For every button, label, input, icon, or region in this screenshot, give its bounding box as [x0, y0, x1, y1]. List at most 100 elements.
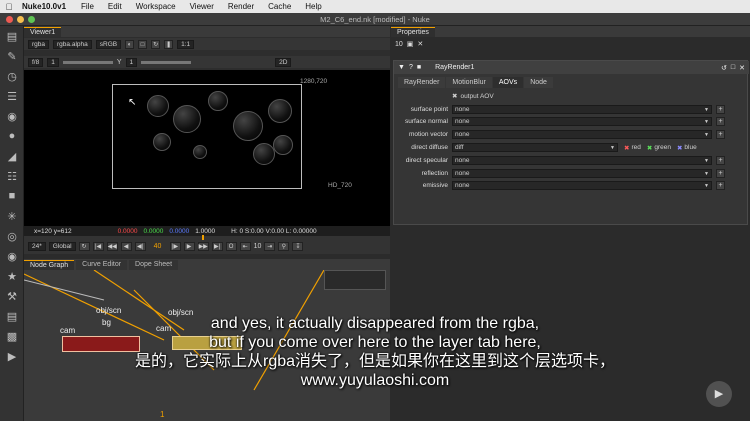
fps-field[interactable]: 24* [28, 242, 46, 251]
clear-panels-icon[interactable]: ✕ [417, 40, 423, 48]
render-node[interactable] [172, 336, 242, 350]
play-forward-button[interactable]: ▶ [183, 242, 195, 251]
first-frame-button[interactable]: |◀ [92, 242, 104, 251]
video-play-icon[interactable]: ▶ [706, 381, 732, 407]
stop-button[interactable]: O [225, 242, 237, 251]
viewer-canvas[interactable]: 1280,720 HD_720 ↖ [24, 70, 390, 226]
draw-icon[interactable]: ✎ [0, 46, 24, 66]
menu-workspace[interactable]: Workspace [129, 2, 183, 11]
next-keyframe-button[interactable]: ▶▶ [197, 242, 209, 251]
apple-icon[interactable]:  [0, 2, 18, 12]
zoom-window-button[interactable] [28, 16, 35, 23]
lock-icon[interactable]: ⚲ [278, 242, 290, 251]
zoom-select[interactable]: 1:1 [177, 39, 195, 49]
transform-icon[interactable]: ■ [0, 186, 24, 206]
view-mode-select[interactable]: 2D [275, 57, 292, 67]
menu-edit[interactable]: Edit [101, 2, 129, 11]
clip-warning-button[interactable]: ◐ [125, 39, 135, 49]
camera-node[interactable] [62, 336, 140, 352]
metadata-icon[interactable]: ◉ [0, 246, 24, 266]
red-checkbox[interactable]: ✖ [624, 144, 629, 152]
channel-icon[interactable]: ☰ [0, 86, 24, 106]
play-backward-button[interactable]: ◀ [120, 242, 132, 251]
tab-rayrender[interactable]: RayRender [398, 77, 446, 88]
flipbook-icon[interactable]: ↧ [292, 242, 304, 251]
views-icon[interactable]: ◎ [0, 226, 24, 246]
merge-icon[interactable]: ☷ [0, 166, 24, 186]
gain-field[interactable]: 1 [47, 57, 59, 67]
prev-frame-button[interactable]: ◀| [134, 242, 146, 251]
menu-viewer[interactable]: Viewer [183, 2, 221, 11]
toolsets-icon[interactable]: ★ [0, 266, 24, 286]
keyer-icon[interactable]: ◢ [0, 146, 24, 166]
pause-icon[interactable]: ❚ [164, 39, 174, 49]
green-checkbox[interactable]: ✖ [647, 144, 652, 152]
add-aov-button[interactable]: + [716, 168, 725, 178]
aov-select[interactable]: diff ▼ [452, 143, 618, 153]
minimize-window-button[interactable] [17, 16, 24, 23]
add-aov-button[interactable]: + [716, 104, 725, 114]
tab-node[interactable]: Node [524, 77, 553, 88]
gain-slider[interactable] [62, 60, 113, 64]
add-aov-button[interactable]: + [716, 117, 725, 127]
tab-aovs[interactable]: AOVs [492, 77, 524, 88]
tab-properties[interactable]: Properties [391, 27, 435, 37]
layer-select[interactable]: rgba.alpha [53, 39, 92, 49]
add-aov-button[interactable]: + [716, 181, 725, 191]
lock-panels-icon[interactable]: ▣ [407, 40, 414, 48]
close-panel-icon[interactable]: ✕ [739, 64, 749, 72]
filter-icon[interactable]: ● [0, 126, 24, 146]
node-color-icon[interactable]: ■ [417, 64, 421, 71]
roi-button[interactable]: □ [138, 39, 148, 49]
menu-cache[interactable]: Cache [261, 2, 298, 11]
aov-select[interactable]: none ▼ [452, 104, 712, 114]
close-window-button[interactable] [6, 16, 13, 23]
time-icon[interactable]: ◷ [0, 66, 24, 86]
image-icon[interactable]: ▤ [0, 26, 24, 46]
aov-select[interactable]: none ▼ [452, 130, 712, 140]
app-menu[interactable]: Nuke10.0v1 [18, 2, 74, 11]
step-back-button[interactable]: ⇤ [239, 242, 251, 251]
color-icon[interactable]: ◉ [0, 106, 24, 126]
navigator-minimap[interactable] [324, 270, 386, 290]
fstop-field[interactable]: f/8 [28, 57, 44, 67]
float-panel-icon[interactable]: □ [731, 64, 735, 71]
aov-select[interactable]: none ▼ [452, 168, 712, 178]
colorspace-select[interactable]: sRGB [95, 39, 122, 49]
max-panels-field[interactable]: 10 [395, 41, 403, 48]
range-mode-select[interactable]: Global [48, 242, 76, 251]
next-frame-button[interactable]: |▶ [169, 242, 181, 251]
step-field[interactable]: 10 [254, 243, 262, 250]
nuke-logo-icon[interactable]: ▶ [0, 346, 24, 366]
collapse-icon[interactable]: ▼ [398, 64, 405, 71]
gamma-slider[interactable] [141, 60, 192, 64]
3d-icon[interactable]: ✳ [0, 206, 24, 226]
channels-select[interactable]: rgba [28, 39, 50, 49]
aov-select[interactable]: none ▼ [452, 155, 712, 165]
gamma-field[interactable]: 1 [125, 57, 138, 67]
aov-select[interactable]: none ▼ [452, 117, 712, 127]
last-frame-button[interactable]: ▶| [211, 242, 223, 251]
prev-keyframe-button[interactable]: ◀◀ [106, 242, 118, 251]
step-forward-button[interactable]: ⇥ [264, 242, 276, 251]
ocula-icon[interactable]: ▩ [0, 326, 24, 346]
node-name-field[interactable]: RayRender1 [435, 64, 474, 71]
help-icon[interactable]: ? [409, 64, 413, 71]
add-aov-button[interactable]: + [716, 155, 725, 165]
loop-icon[interactable]: ↻ [78, 242, 90, 251]
tab-curve-editor[interactable]: Curve Editor [76, 260, 128, 270]
tab-motionblur[interactable]: MotionBlur [446, 77, 492, 88]
other-icon[interactable]: ⚒ [0, 286, 24, 306]
menu-file[interactable]: File [74, 2, 101, 11]
revert-icon[interactable]: ↺ [721, 64, 727, 72]
current-frame[interactable]: 40 [149, 243, 167, 250]
furnace-icon[interactable]: ▤ [0, 306, 24, 326]
tab-node-graph[interactable]: Node Graph [24, 260, 75, 270]
add-aov-button[interactable]: + [716, 130, 725, 140]
menu-help[interactable]: Help [298, 2, 328, 11]
aov-select[interactable]: none ▼ [452, 181, 712, 191]
tab-dope-sheet[interactable]: Dope Sheet [129, 260, 179, 270]
output-aov-checkbox[interactable]: ✖ [452, 92, 457, 100]
node-graph[interactable]: obj/scn bg cam obj/scn cam 1 [24, 270, 390, 421]
tab-viewer1[interactable]: Viewer1 [24, 27, 62, 37]
